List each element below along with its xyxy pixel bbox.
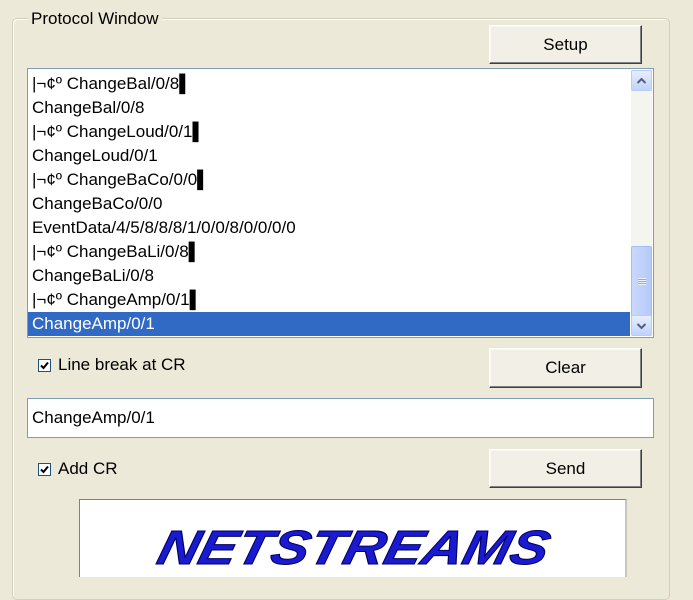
protocol-window-title: Protocol Window bbox=[28, 9, 162, 29]
line-break-checkbox-row[interactable]: Line break at CR bbox=[38, 355, 186, 375]
clear-button[interactable]: Clear bbox=[489, 348, 642, 388]
protocol-log-list[interactable]: |¬¢º ChangeBal/0/8▌ ChangeBal/0/8 |¬¢º Cha… bbox=[27, 68, 654, 338]
log-line[interactable]: |¬¢º ChangeLoud/0/1▌ bbox=[28, 120, 630, 144]
line-break-label: Line break at CR bbox=[58, 355, 186, 374]
send-button[interactable]: Send bbox=[489, 449, 642, 488]
add-cr-checkbox-row[interactable]: Add CR bbox=[38, 459, 118, 479]
protocol-log-items: |¬¢º ChangeBal/0/8▌ ChangeBal/0/8 |¬¢º Cha… bbox=[28, 72, 630, 336]
add-cr-label: Add CR bbox=[58, 459, 118, 478]
scroll-up-button[interactable] bbox=[631, 70, 652, 91]
log-line[interactable]: ChangeBal/0/8 bbox=[28, 96, 630, 120]
add-cr-checkbox[interactable] bbox=[38, 462, 51, 476]
netstreams-logo: NETSTREAMS bbox=[152, 521, 556, 575]
setup-button[interactable]: Setup bbox=[489, 25, 642, 64]
log-line[interactable]: EventData/4/5/8/8/8/1/0/0/8/0/0/0/0 bbox=[28, 216, 630, 240]
log-line[interactable]: ChangeAmp/0/1 bbox=[28, 312, 630, 336]
log-line[interactable]: |¬¢º ChangeBaCo/0/0▌ bbox=[28, 168, 630, 192]
log-line[interactable]: |¬¢º ChangeBaLi/0/8▌ bbox=[28, 240, 630, 264]
logo-text: NETSTREAMS bbox=[152, 522, 555, 575]
log-line[interactable]: |¬¢º ChangeBal/0/8▌ bbox=[28, 72, 630, 96]
line-break-checkbox[interactable] bbox=[38, 358, 51, 372]
log-line[interactable]: |¬¢º ChangeAmp/0/1▌ bbox=[28, 288, 630, 312]
grip-icon bbox=[637, 278, 646, 285]
log-scrollbar[interactable] bbox=[631, 70, 652, 336]
chevron-up-icon bbox=[637, 77, 646, 84]
scroll-down-button[interactable] bbox=[631, 315, 652, 336]
command-input[interactable] bbox=[27, 398, 654, 438]
checkmark-icon bbox=[40, 361, 49, 369]
log-line[interactable]: ChangeBaCo/0/0 bbox=[28, 192, 630, 216]
log-line[interactable]: ChangeBaLi/0/8 bbox=[28, 264, 630, 288]
scroll-thumb[interactable] bbox=[631, 246, 652, 317]
chevron-down-icon bbox=[637, 322, 646, 329]
checkmark-icon bbox=[40, 465, 49, 473]
log-line[interactable]: ChangeLoud/0/1 bbox=[28, 144, 630, 168]
netstreams-logo-panel: NETSTREAMS bbox=[79, 499, 627, 577]
